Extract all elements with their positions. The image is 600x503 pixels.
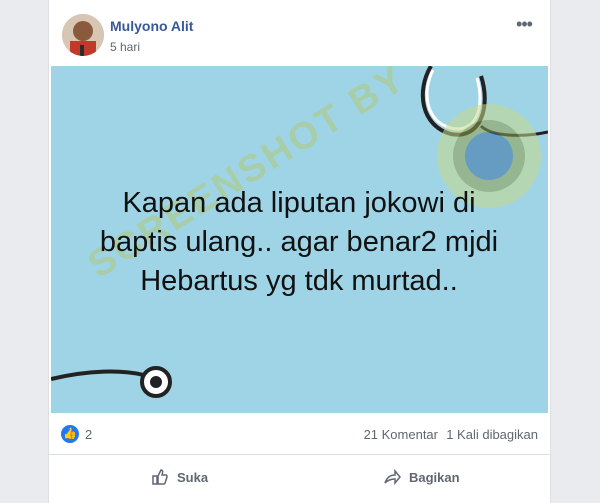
- share-button-label: Bagikan: [409, 469, 460, 485]
- share-button[interactable]: Bagikan: [383, 463, 460, 491]
- post-header: Mulyono Alit 5 hari •••: [49, 0, 550, 66]
- like-button[interactable]: Suka: [151, 463, 208, 491]
- author-name[interactable]: Mulyono Alit: [110, 18, 193, 34]
- like-reaction-icon[interactable]: 👍: [61, 425, 79, 443]
- action-bar: Suka Bagikan: [49, 455, 550, 499]
- post-time[interactable]: 5 hari: [110, 40, 140, 54]
- facebook-post: Mulyono Alit 5 hari ••• SCREENSHOT BY Ka…: [48, 0, 551, 503]
- comment-count[interactable]: 21 Komentar: [364, 427, 438, 442]
- image-text: Kapan ada liputan jokowi di baptis ulang…: [99, 187, 499, 297]
- avatar[interactable]: [62, 14, 104, 56]
- share-count[interactable]: 1 Kali dibagikan: [446, 427, 538, 442]
- like-button-label: Suka: [177, 469, 209, 485]
- thumbs-up-icon: [152, 469, 168, 485]
- more-dots-icon[interactable]: •••: [514, 14, 534, 34]
- share-icon: [384, 468, 401, 486]
- engagement-stats: 👍 2 21 Komentar 1 Kali dibagikan: [49, 413, 550, 455]
- like-count[interactable]: 2: [85, 427, 92, 442]
- post-image[interactable]: SCREENSHOT BY Kapan ada liputan jokowi d…: [51, 66, 548, 413]
